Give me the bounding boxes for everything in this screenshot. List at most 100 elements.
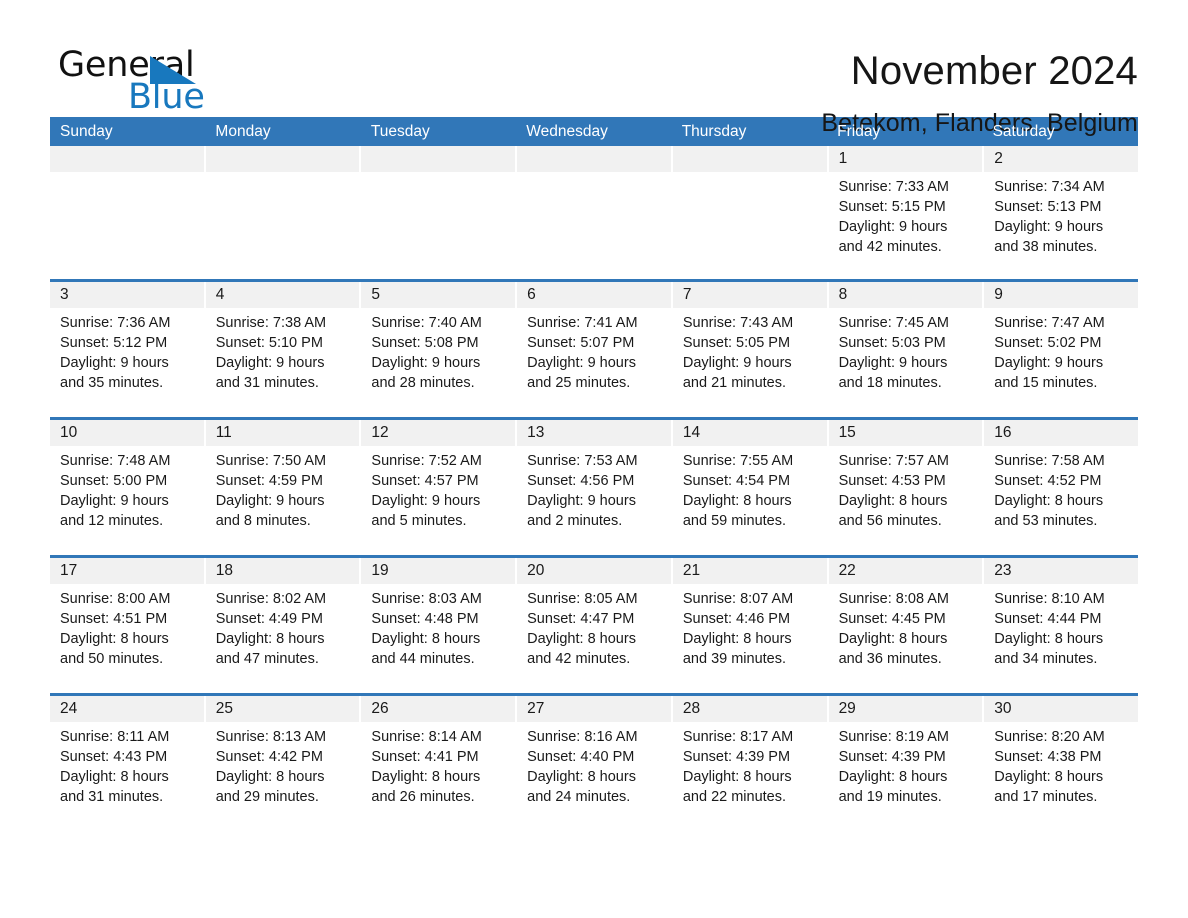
calendar-day-cell[interactable]: 9 Sunrise: 7:47 AM Sunset: 5:02 PM Daylight… xyxy=(984,282,1138,417)
calendar-day-cell[interactable]: 6 Sunrise: 7:41 AM Sunset: 5:07 PM Daylight… xyxy=(517,282,671,417)
day-number: 15 xyxy=(838,424,856,441)
day-number-band xyxy=(205,146,360,172)
sunset-text: Sunset: 5:05 PM xyxy=(682,335,791,351)
day-info xyxy=(50,172,204,177)
day-info: Sunrise: 8:02 AM Sunset: 4:49 PM Daylight:… xyxy=(206,584,360,669)
calendar-day-cell[interactable]: 1 Sunrise: 7:33 AM Sunset: 5:15 PM Daylight… xyxy=(828,146,983,279)
calendar-day-cell[interactable]: 22 Sunrise: 8:08 AM Sunset: 4:45 PM Dayligh… xyxy=(828,558,983,693)
day-number: 8 xyxy=(838,286,848,303)
calendar-day-cell[interactable] xyxy=(517,146,671,279)
calendar-day-cell[interactable]: 17 Sunrise: 8:00 AM Sunset: 4:51 PM Dayligh… xyxy=(50,558,204,693)
calendar-day-cell[interactable]: 25 Sunrise: 8:13 AM Sunset: 4:42 PM Dayligh… xyxy=(205,696,360,808)
daylight-text-line1: Daylight: 8 hours xyxy=(527,631,636,647)
calendar-day-cell[interactable]: 23 Sunrise: 8:10 AM Sunset: 4:44 PM Dayligh… xyxy=(984,558,1138,693)
daylight-text-line2: and 38 minutes. xyxy=(994,239,1098,255)
daylight-text-line1: Daylight: 9 hours xyxy=(60,355,169,371)
sunrise-text: Sunrise: 7:53 AM xyxy=(527,453,638,469)
day-number-band: 7 xyxy=(672,282,827,308)
sunrise-text: Sunrise: 8:14 AM xyxy=(371,729,482,745)
day-number-band: 21 xyxy=(672,558,827,584)
day-number: 11 xyxy=(215,424,232,441)
calendar-day-cell[interactable]: 11 Sunrise: 7:50 AM Sunset: 4:59 PM Dayligh… xyxy=(205,420,360,555)
day-info: Sunrise: 7:52 AM Sunset: 4:57 PM Daylight:… xyxy=(361,446,515,531)
sunset-text: Sunset: 4:43 PM xyxy=(60,749,168,765)
daylight-text-line2: and 36 minutes. xyxy=(838,651,942,667)
sunrise-text: Sunrise: 7:58 AM xyxy=(994,453,1105,469)
day-number-band: 22 xyxy=(828,558,983,584)
calendar-week-row: 1 Sunrise: 7:33 AM Sunset: 5:15 PM Daylight… xyxy=(50,146,1138,279)
daylight-text-line1: Daylight: 8 hours xyxy=(215,631,325,647)
daylight-text-line2: and 12 minutes. xyxy=(60,513,164,529)
sunrise-text: Sunrise: 7:43 AM xyxy=(682,315,794,331)
calendar-day-cell[interactable]: 28 Sunrise: 8:17 AM Sunset: 4:39 PM Dayligh… xyxy=(672,696,827,808)
weekday-header-tuesday: Tuesday xyxy=(370,123,430,140)
sunrise-text: Sunrise: 7:48 AM xyxy=(60,453,171,469)
calendar-day-cell[interactable]: 14 Sunrise: 7:55 AM Sunset: 4:54 PM Dayligh… xyxy=(672,420,827,555)
calendar-day-cell[interactable]: 8 Sunrise: 7:45 AM Sunset: 5:03 PM Daylight… xyxy=(828,282,983,417)
sunrise-text: Sunrise: 8:00 AM xyxy=(60,591,171,607)
calendar-day-cell[interactable]: 15 Sunrise: 7:57 AM Sunset: 4:53 PM Dayligh… xyxy=(828,420,983,555)
calendar-day-cell[interactable]: 4 Sunrise: 7:38 AM Sunset: 5:10 PM Daylight… xyxy=(205,282,360,417)
daylight-text-line2: and 35 minutes. xyxy=(60,375,164,391)
calendar-day-cell[interactable]: 27 Sunrise: 8:16 AM Sunset: 4:40 PM Dayligh… xyxy=(517,696,671,808)
sunrise-text: Sunrise: 7:41 AM xyxy=(527,315,638,331)
day-number: 3 xyxy=(60,286,69,303)
day-number: 26 xyxy=(371,700,389,717)
calendar-day-cell[interactable] xyxy=(205,146,360,279)
weekday-header-row: Sunday Monday Tuesday Wednesday Thursday… xyxy=(50,117,1138,146)
calendar-day-cell[interactable] xyxy=(361,146,516,279)
day-info: Sunrise: 7:50 AM Sunset: 4:59 PM Daylight:… xyxy=(206,446,360,531)
calendar-day-cell[interactable]: 3 Sunrise: 7:36 AM Sunset: 5:12 PM Daylight… xyxy=(50,282,204,417)
calendar-day-cell[interactable]: 18 Sunrise: 8:02 AM Sunset: 4:49 PM Dayligh… xyxy=(205,558,360,693)
sunrise-text: Sunrise: 7:38 AM xyxy=(215,315,327,331)
daylight-text-line1: Daylight: 9 hours xyxy=(527,355,636,371)
sunrise-text: Sunrise: 8:07 AM xyxy=(682,591,794,607)
calendar-day-cell[interactable]: 29 Sunrise: 8:19 AM Sunset: 4:39 PM Dayligh… xyxy=(828,696,983,808)
sunrise-text: Sunrise: 8:03 AM xyxy=(371,591,482,607)
day-number: 28 xyxy=(682,700,701,717)
daylight-text-line1: Daylight: 8 hours xyxy=(838,631,948,647)
calendar-day-cell[interactable]: 13 Sunrise: 7:53 AM Sunset: 4:56 PM Dayligh… xyxy=(517,420,671,555)
calendar-day-cell[interactable]: 12 Sunrise: 7:52 AM Sunset: 4:57 PM Dayligh… xyxy=(361,420,516,555)
sunrise-text: Sunrise: 8:11 AM xyxy=(60,729,170,745)
calendar-day-cell[interactable]: 5 Sunrise: 7:40 AM Sunset: 5:08 PM Daylight… xyxy=(361,282,516,417)
sunset-text: Sunset: 4:47 PM xyxy=(527,611,635,627)
day-number-band: 28 xyxy=(672,696,827,722)
day-number-band: 27 xyxy=(517,696,671,722)
calendar-day-cell[interactable]: 20 Sunrise: 8:05 AM Sunset: 4:47 PM Dayligh… xyxy=(517,558,671,693)
day-number-band: 18 xyxy=(205,558,360,584)
sunset-text: Sunset: 4:39 PM xyxy=(838,749,946,765)
day-info xyxy=(673,172,827,177)
calendar-day-cell[interactable]: 16 Sunrise: 7:58 AM Sunset: 4:52 PM Dayligh… xyxy=(984,420,1138,555)
calendar-day-cell[interactable]: 30 Sunrise: 8:20 AM Sunset: 4:38 PM Dayligh… xyxy=(984,696,1138,808)
calendar-day-cell[interactable]: 2 Sunrise: 7:34 AM Sunset: 5:13 PM Daylight… xyxy=(984,146,1138,279)
day-number: 21 xyxy=(682,562,701,579)
sunset-text: Sunset: 4:49 PM xyxy=(215,611,323,627)
day-info: Sunrise: 8:11 AM Sunset: 4:43 PM Daylight:… xyxy=(50,722,204,807)
day-number-band: 1 xyxy=(828,146,983,172)
calendar-day-cell[interactable]: 7 Sunrise: 7:43 AM Sunset: 5:05 PM Daylight… xyxy=(672,282,827,417)
day-number: 10 xyxy=(60,424,78,441)
calendar-day-cell[interactable]: 10 Sunrise: 7:48 AM Sunset: 5:00 PM Dayligh… xyxy=(50,420,204,555)
weekday-header-friday: Friday xyxy=(837,123,881,140)
calendar-day-cell[interactable]: 19 Sunrise: 8:03 AM Sunset: 4:48 PM Dayligh… xyxy=(361,558,516,693)
day-info: Sunrise: 7:47 AM Sunset: 5:02 PM Daylight:… xyxy=(984,308,1138,393)
day-number-band: 11 xyxy=(205,420,360,446)
day-info: Sunrise: 8:16 AM Sunset: 4:40 PM Daylight:… xyxy=(517,722,671,807)
calendar-day-cell[interactable]: 21 Sunrise: 8:07 AM Sunset: 4:46 PM Dayligh… xyxy=(672,558,827,693)
sunrise-text: Sunrise: 8:02 AM xyxy=(215,591,327,607)
daylight-text-line2: and 42 minutes. xyxy=(527,651,631,667)
daylight-text-line1: Daylight: 9 hours xyxy=(371,493,481,509)
day-info: Sunrise: 7:48 AM Sunset: 5:00 PM Daylight:… xyxy=(50,446,204,531)
calendar-day-cell[interactable]: 26 Sunrise: 8:14 AM Sunset: 4:41 PM Dayligh… xyxy=(361,696,516,808)
calendar-week-row: 10 Sunrise: 7:48 AM Sunset: 5:00 PM Dayligh… xyxy=(50,417,1138,555)
calendar-day-cell[interactable] xyxy=(50,146,204,279)
daylight-text-line2: and 44 minutes. xyxy=(371,651,475,667)
sunrise-text: Sunrise: 7:52 AM xyxy=(371,453,482,469)
weekday-header-monday: Monday xyxy=(215,123,271,140)
day-number-band: 2 xyxy=(984,146,1138,172)
sunset-text: Sunset: 5:08 PM xyxy=(371,335,479,351)
calendar-day-cell[interactable]: 24 Sunrise: 8:11 AM Sunset: 4:43 PM Dayligh… xyxy=(50,696,204,808)
daylight-text-line1: Daylight: 9 hours xyxy=(215,493,325,509)
calendar-day-cell[interactable] xyxy=(672,146,827,279)
